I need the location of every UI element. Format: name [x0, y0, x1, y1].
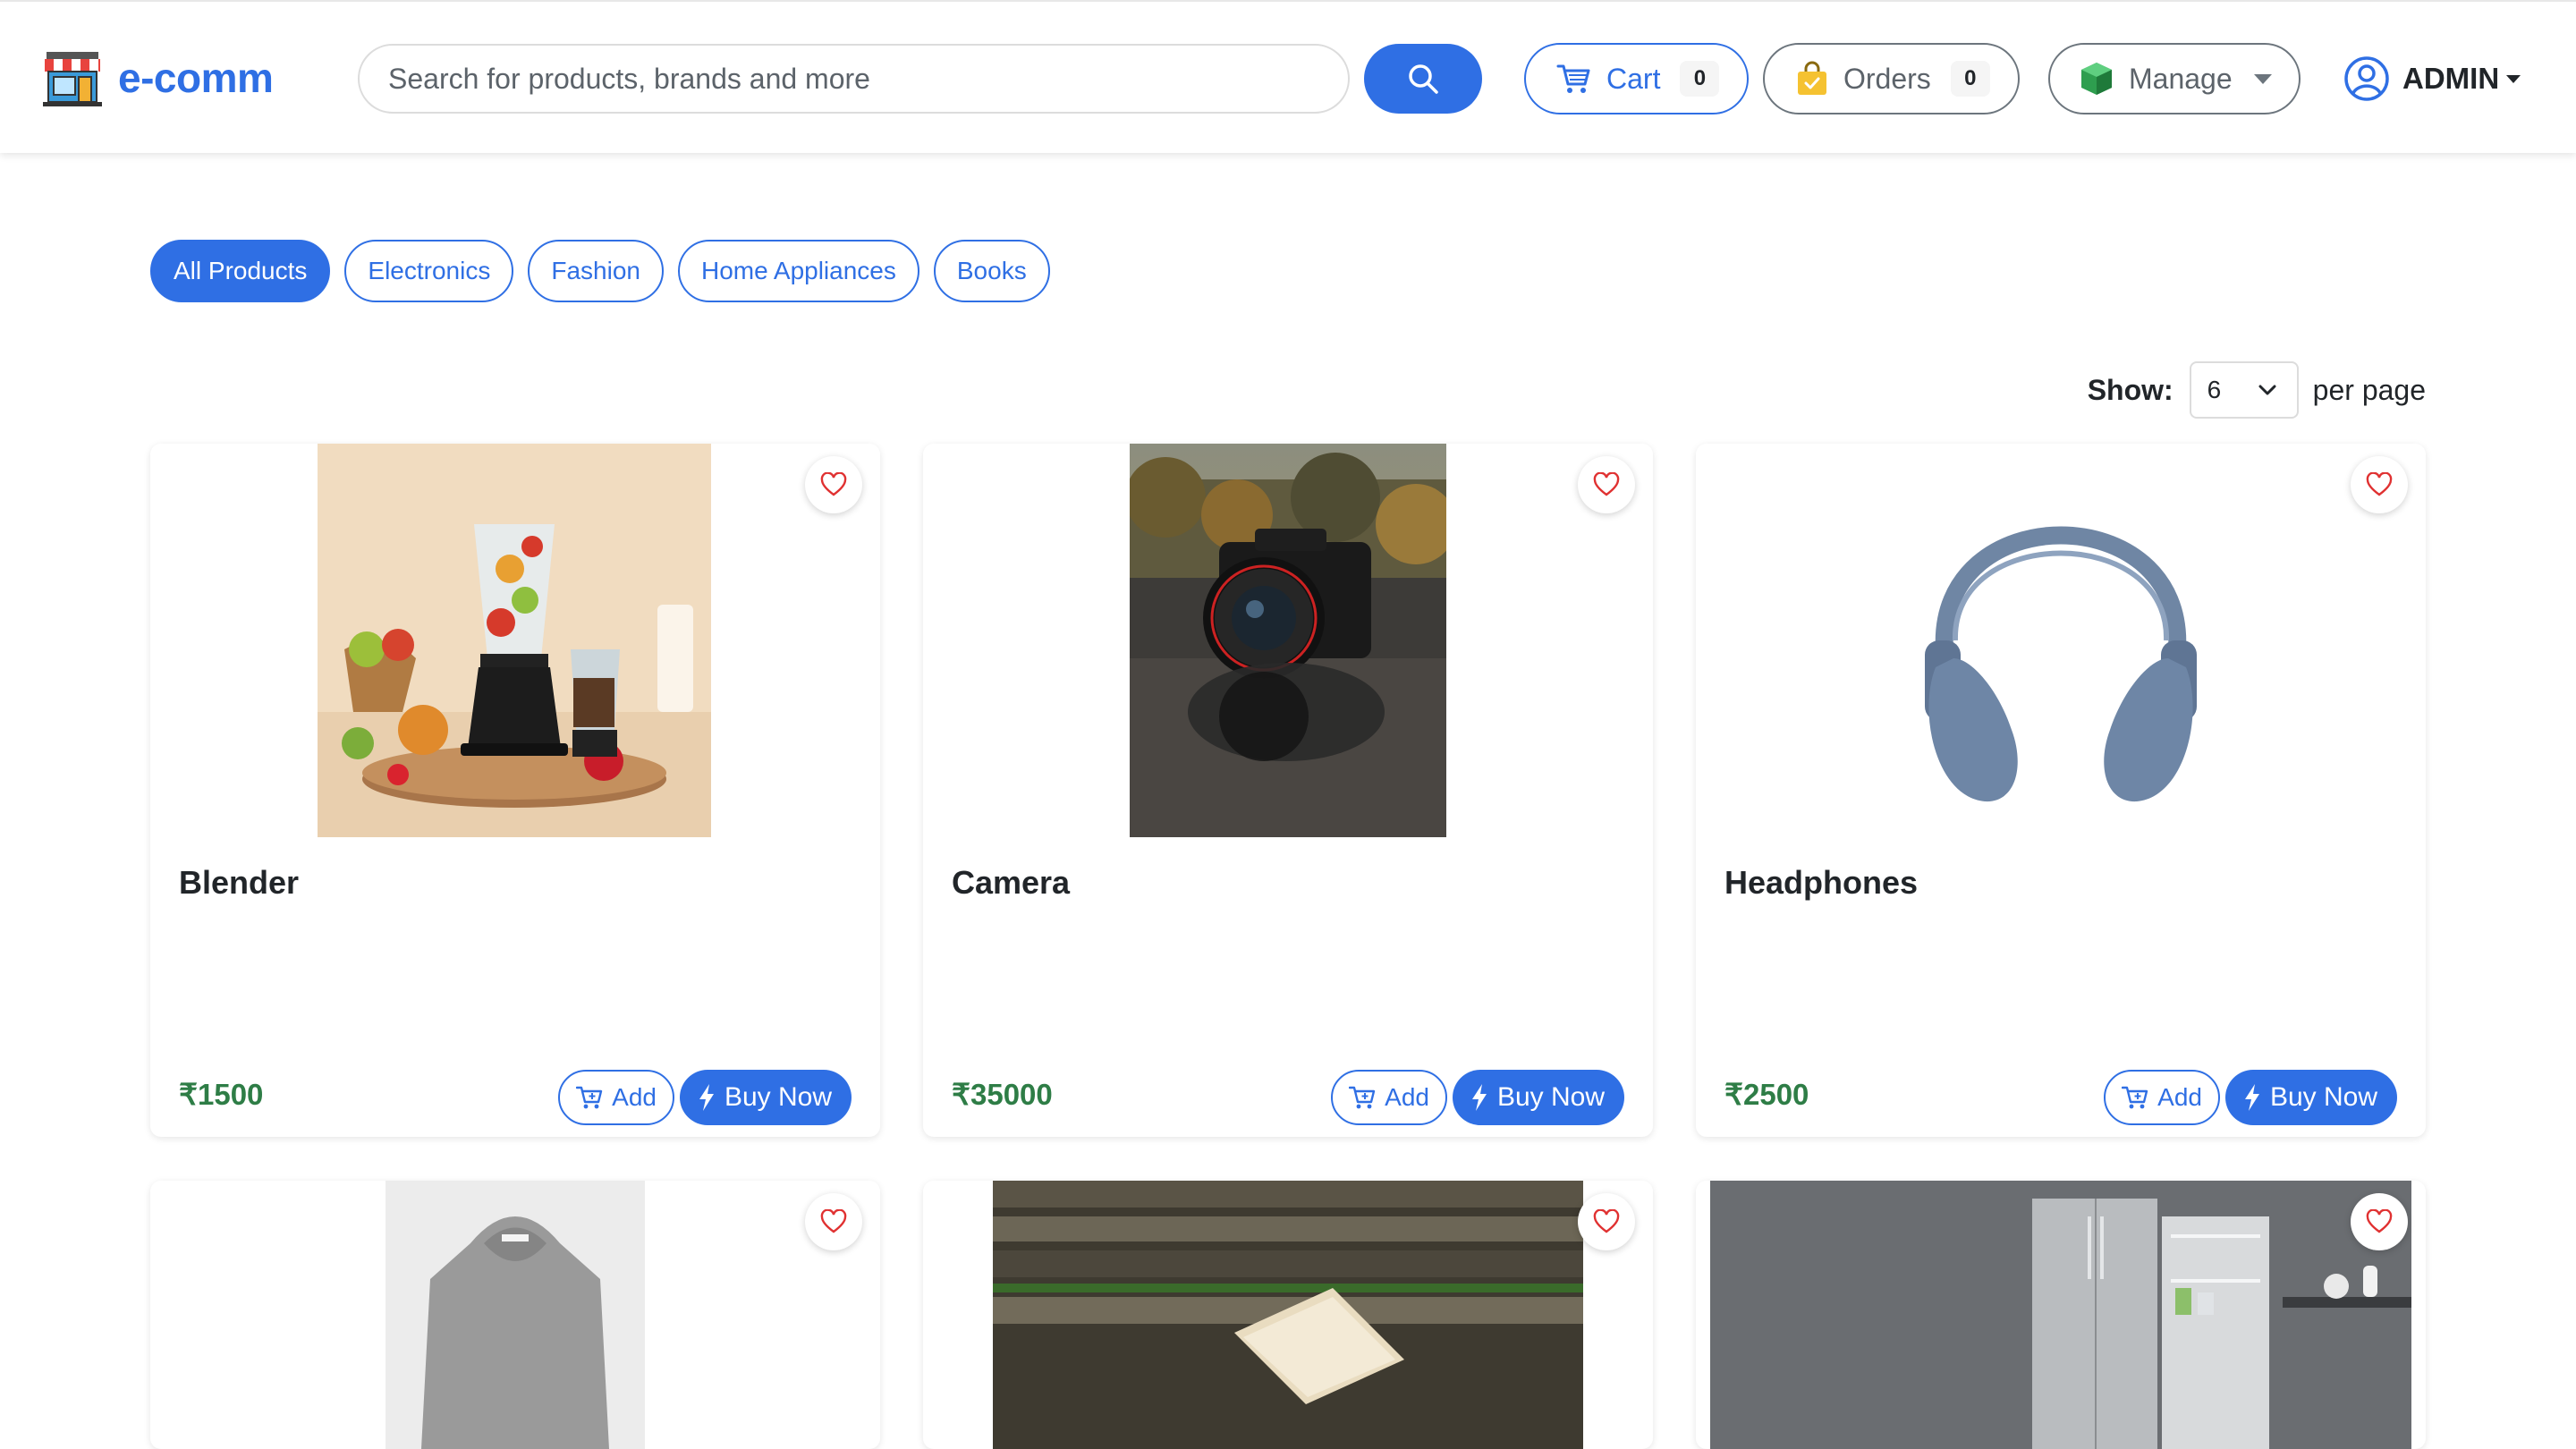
- category-all-products[interactable]: All Products: [150, 240, 331, 302]
- category-electronics[interactable]: Electronics: [344, 240, 514, 302]
- category-books[interactable]: Books: [933, 240, 1050, 302]
- product-card: [150, 1181, 880, 1449]
- user-menu[interactable]: ADMIN: [2343, 54, 2521, 104]
- orders-button[interactable]: Orders 0: [1763, 43, 2020, 114]
- manage-dropdown-button[interactable]: Manage: [2048, 43, 2301, 114]
- wishlist-button[interactable]: [1578, 1193, 1635, 1250]
- brand-name: e-comm: [118, 55, 274, 101]
- product-image-headphones[interactable]: [1900, 444, 2222, 837]
- caret-down-icon: [2506, 74, 2521, 83]
- show-label: Show:: [2087, 373, 2174, 406]
- product-card: Headphones ₹2500 Add Buy Now: [1696, 444, 2426, 1137]
- heart-icon: [1593, 472, 1620, 496]
- product-card: Blender ₹1500 Add Buy Now: [150, 444, 880, 1137]
- product-price: ₹2500: [1724, 1078, 1809, 1111]
- product-title[interactable]: Headphones: [1724, 864, 1918, 902]
- wishlist-button[interactable]: [2351, 1193, 2408, 1250]
- store-icon: [43, 52, 102, 106]
- buy-now-button[interactable]: Buy Now: [2224, 1070, 2397, 1125]
- add-label: Add: [612, 1083, 657, 1111]
- product-image-camera[interactable]: [1130, 444, 1446, 837]
- search-box: [358, 44, 1350, 114]
- chevron-down-icon: [2253, 73, 2272, 84]
- cart-label: Cart: [1606, 62, 1661, 95]
- lightning-icon: [699, 1084, 714, 1111]
- buy-now-label: Buy Now: [724, 1082, 832, 1112]
- orders-count-badge: 0: [1950, 61, 1990, 97]
- chevron-down-icon: [2258, 385, 2276, 395]
- heart-icon: [2366, 472, 2393, 496]
- wishlist-button[interactable]: [805, 1193, 862, 1250]
- add-label: Add: [2157, 1083, 2202, 1111]
- heart-icon: [820, 472, 847, 496]
- wishlist-button[interactable]: [805, 456, 862, 513]
- product-title[interactable]: Camera: [952, 864, 1070, 902]
- product-image-hoodie[interactable]: [386, 1181, 645, 1449]
- per-page-select[interactable]: 6: [2189, 361, 2299, 419]
- product-image-blender[interactable]: [318, 444, 711, 837]
- search-icon: [1409, 64, 1438, 94]
- buy-now-button[interactable]: Buy Now: [1452, 1070, 1624, 1125]
- add-to-cart-button[interactable]: Add: [2104, 1070, 2220, 1125]
- cart-plus-icon: [576, 1086, 603, 1109]
- product-image-book[interactable]: [993, 1181, 1583, 1449]
- shopping-bag-icon: [1798, 61, 1826, 95]
- cart-icon: [1556, 64, 1590, 93]
- package-icon: [2081, 63, 2112, 95]
- lightning-icon: [1471, 1084, 1487, 1111]
- heart-icon: [1593, 1209, 1620, 1233]
- cart-count-badge: 0: [1680, 61, 1720, 97]
- lightning-icon: [2244, 1084, 2259, 1111]
- cart-button[interactable]: Cart 0: [1524, 43, 1749, 114]
- add-to-cart-button[interactable]: Add: [1331, 1070, 1447, 1125]
- product-price: ₹35000: [952, 1078, 1053, 1111]
- product-card: [1696, 1181, 2426, 1449]
- buy-now-label: Buy Now: [2269, 1082, 2377, 1112]
- wishlist-button[interactable]: [2351, 456, 2408, 513]
- user-avatar-icon: [2344, 56, 2389, 101]
- buy-now-button[interactable]: Buy Now: [679, 1070, 852, 1125]
- per-page-control: Show: 6 per page: [2088, 361, 2426, 419]
- wishlist-button[interactable]: [1578, 456, 1635, 513]
- add-label: Add: [1385, 1083, 1429, 1111]
- orders-label: Orders: [1843, 62, 1931, 95]
- cart-plus-icon: [1349, 1086, 1376, 1109]
- category-filter: All Products Electronics Fashion Home Ap…: [150, 240, 1050, 302]
- navbar: e-comm Cart 0 Orders 0: [0, 0, 2576, 153]
- heart-icon: [820, 1209, 847, 1233]
- category-fashion[interactable]: Fashion: [528, 240, 664, 302]
- manage-label: Manage: [2129, 62, 2233, 95]
- user-name: ADMIN: [2402, 62, 2500, 95]
- product-card: [923, 1181, 1653, 1449]
- cart-plus-icon: [2122, 1086, 2148, 1109]
- heart-icon: [2366, 1209, 2393, 1233]
- per-page-label: per page: [2312, 373, 2426, 406]
- buy-now-label: Buy Now: [1496, 1082, 1605, 1112]
- search-input[interactable]: [388, 62, 1348, 96]
- product-price: ₹1500: [179, 1078, 264, 1111]
- product-card: Camera ₹35000 Add Buy Now: [923, 444, 1653, 1137]
- product-title[interactable]: Blender: [179, 864, 299, 902]
- brand[interactable]: e-comm: [41, 48, 274, 107]
- per-page-value: 6: [2207, 376, 2222, 403]
- category-home-appliances[interactable]: Home Appliances: [677, 240, 919, 302]
- product-image-refrigerator[interactable]: [1710, 1181, 2411, 1449]
- search-button[interactable]: [1364, 44, 1482, 114]
- add-to-cart-button[interactable]: Add: [558, 1070, 674, 1125]
